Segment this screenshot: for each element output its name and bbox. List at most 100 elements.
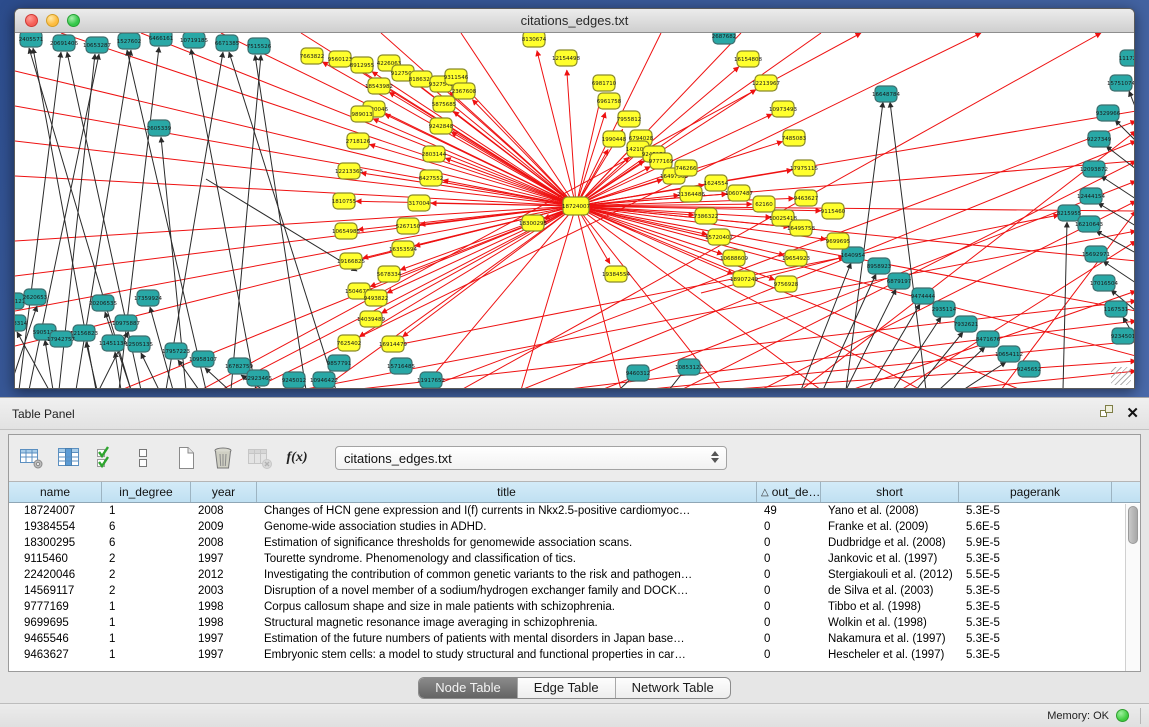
column-header-name[interactable]: name: [9, 482, 102, 502]
table-cell[interactable]: 9699695: [9, 615, 102, 631]
graph-node[interactable]: 1117243: [1119, 50, 1134, 66]
graph-window[interactable]: citations_edges.txt 24055712069140610653…: [14, 8, 1135, 389]
table-cell[interactable]: 5.3E-5: [959, 631, 1112, 647]
zoom-window-button[interactable]: [67, 14, 80, 27]
table-cell[interactable]: Investigating the contribution of common…: [257, 567, 757, 583]
graph-node[interactable]: 17359924: [134, 290, 162, 306]
graph-node[interactable]: 62160: [753, 196, 775, 212]
graph-node[interactable]: 16914479: [379, 336, 407, 352]
table-cell[interactable]: 5.5E-5: [959, 567, 1112, 583]
graph-node[interactable]: 2620653: [23, 289, 48, 305]
float-panel-icon[interactable]: [1099, 404, 1114, 423]
table-selector-dropdown[interactable]: citations_edges.txt: [335, 446, 727, 470]
memory-status-indicator[interactable]: [1116, 709, 1129, 722]
graph-node[interactable]: 15720407: [705, 229, 733, 245]
table-scrollbar-thumb[interactable]: [1128, 506, 1138, 544]
graph-node[interactable]: 18543982: [365, 78, 393, 94]
graph-node[interactable]: 15692971: [1082, 246, 1110, 262]
table-cell[interactable]: Stergiakouli et al. (2012): [821, 567, 959, 583]
table-cell[interactable]: 2: [102, 551, 191, 567]
table-cell[interactable]: Hescheler et al. (1997): [821, 647, 959, 663]
table-cell[interactable]: 1: [102, 599, 191, 615]
table-cell[interactable]: 6: [102, 519, 191, 535]
graph-node[interactable]: 6961758: [597, 93, 622, 109]
graph-node[interactable]: 9699695: [826, 233, 851, 249]
table-row[interactable]: 1872400712008Changes of HCN gene express…: [9, 503, 1140, 519]
table-cell[interactable]: 2: [102, 567, 191, 583]
graph-node[interactable]: 9227349: [1087, 131, 1112, 147]
graph-node[interactable]: 10688609: [720, 250, 748, 266]
graph-node[interactable]: 10958107: [189, 351, 217, 367]
table-cell[interactable]: Disruption of a novel member of a sodium…: [257, 583, 757, 599]
graph-node[interactable]: 989013: [351, 106, 373, 122]
table-cell[interactable]: 22420046: [9, 567, 102, 583]
close-panel-icon[interactable]: ✕: [1126, 406, 1139, 421]
graph-node[interactable]: 1167531: [1104, 301, 1129, 317]
table-cell[interactable]: 2003: [191, 583, 257, 599]
table-cell[interactable]: 2009: [191, 519, 257, 535]
table-cell[interactable]: 19384554: [9, 519, 102, 535]
table-row[interactable]: 946554611997Estimation of the future num…: [9, 631, 1140, 647]
graph-node[interactable]: 2687682: [712, 33, 737, 44]
table-cell[interactable]: 0: [757, 599, 821, 615]
graph-node[interactable]: 12505135: [125, 336, 153, 352]
graph-node[interactable]: 12213967: [752, 75, 780, 91]
table-cell[interactable]: Dudbridge et al. (2008): [821, 535, 959, 551]
table-cell[interactable]: 1: [102, 631, 191, 647]
graph-node[interactable]: 20206535: [89, 295, 117, 311]
table-cell[interactable]: 1997: [191, 631, 257, 647]
table-row[interactable]: 1830029562008Estimation of significance …: [9, 535, 1140, 551]
graph-node[interactable]: 10973493: [769, 101, 797, 117]
select-rows-icon[interactable]: [93, 446, 119, 470]
graph-node[interactable]: 10654985: [332, 223, 360, 239]
table-cell[interactable]: 2008: [191, 535, 257, 551]
graph-node[interactable]: 10946422: [310, 372, 338, 388]
table-cell[interactable]: 1: [102, 647, 191, 663]
graph-node[interactable]: 5875685: [432, 96, 457, 112]
table-cell[interactable]: 0: [757, 535, 821, 551]
graph-node[interactable]: 2718126: [346, 133, 371, 149]
graph-node[interactable]: 16648784: [872, 86, 900, 102]
tab-network-table[interactable]: Network Table: [616, 678, 730, 698]
table-row[interactable]: 969969511998Structural magnetic resonanc…: [9, 615, 1140, 631]
table-row[interactable]: 911546021997Tourette syndrome. Phenomeno…: [9, 551, 1140, 567]
graph-node[interactable]: 746266: [675, 160, 697, 176]
graph-node[interactable]: 9756928: [774, 276, 799, 292]
graph-node[interactable]: 16154808: [734, 51, 762, 67]
graph-node[interactable]: 17942757: [47, 331, 75, 347]
table-row[interactable]: 2242004622012Investigating the contribut…: [9, 567, 1140, 583]
table-cell[interactable]: 9465546: [9, 631, 102, 647]
table-cell[interactable]: Embryonic stem cells: a model to study s…: [257, 647, 757, 663]
table-cell[interactable]: Yano et al. (2008): [821, 503, 959, 519]
table-cell[interactable]: 2008: [191, 503, 257, 519]
graph-node[interactable]: 1990448: [602, 131, 627, 147]
graph-node[interactable]: 10975887: [112, 315, 140, 331]
table-cell[interactable]: Tibbo et al. (1998): [821, 599, 959, 615]
table-cell[interactable]: 1998: [191, 599, 257, 615]
graph-node[interactable]: 12923465: [244, 370, 272, 386]
graph-node[interactable]: 7663822: [300, 48, 325, 64]
graph-node[interactable]: 9245012: [282, 372, 307, 388]
table-cell[interactable]: 1997: [191, 551, 257, 567]
table-cell[interactable]: 5.3E-5: [959, 583, 1112, 599]
delete-table-icon[interactable]: [210, 446, 236, 470]
column-header-out_de[interactable]: △out_de…: [757, 482, 821, 502]
network-canvas[interactable]: 2405571206914061065328715276026466161107…: [15, 33, 1134, 388]
graph-node[interactable]: 317004: [408, 195, 430, 211]
function-builder-icon[interactable]: f(x): [284, 446, 310, 470]
table-cell[interactable]: 18300295: [9, 535, 102, 551]
table-row[interactable]: 1938455462009Genome-wide association stu…: [9, 519, 1140, 535]
graph-node[interactable]: 7515526: [247, 38, 272, 54]
table-cell[interactable]: Estimation of the future numbers of pati…: [257, 631, 757, 647]
graph-node[interactable]: 1624554: [704, 175, 729, 191]
graph-node[interactable]: 12213363: [335, 163, 363, 179]
tab-node-table[interactable]: Node Table: [419, 678, 518, 698]
table-cell[interactable]: de Silva et al. (2003): [821, 583, 959, 599]
graph-node[interactable]: 2935114: [932, 301, 957, 317]
table-cell[interactable]: Genome-wide association studies in ADHD.: [257, 519, 757, 535]
graph-node[interactable]: 19384554: [602, 266, 630, 282]
graph-node[interactable]: 2367608: [452, 83, 477, 99]
graph-node[interactable]: 10654112: [995, 346, 1023, 362]
graph-node[interactable]: 9493822: [364, 290, 389, 306]
table-cell[interactable]: Franke et al. (2009): [821, 519, 959, 535]
